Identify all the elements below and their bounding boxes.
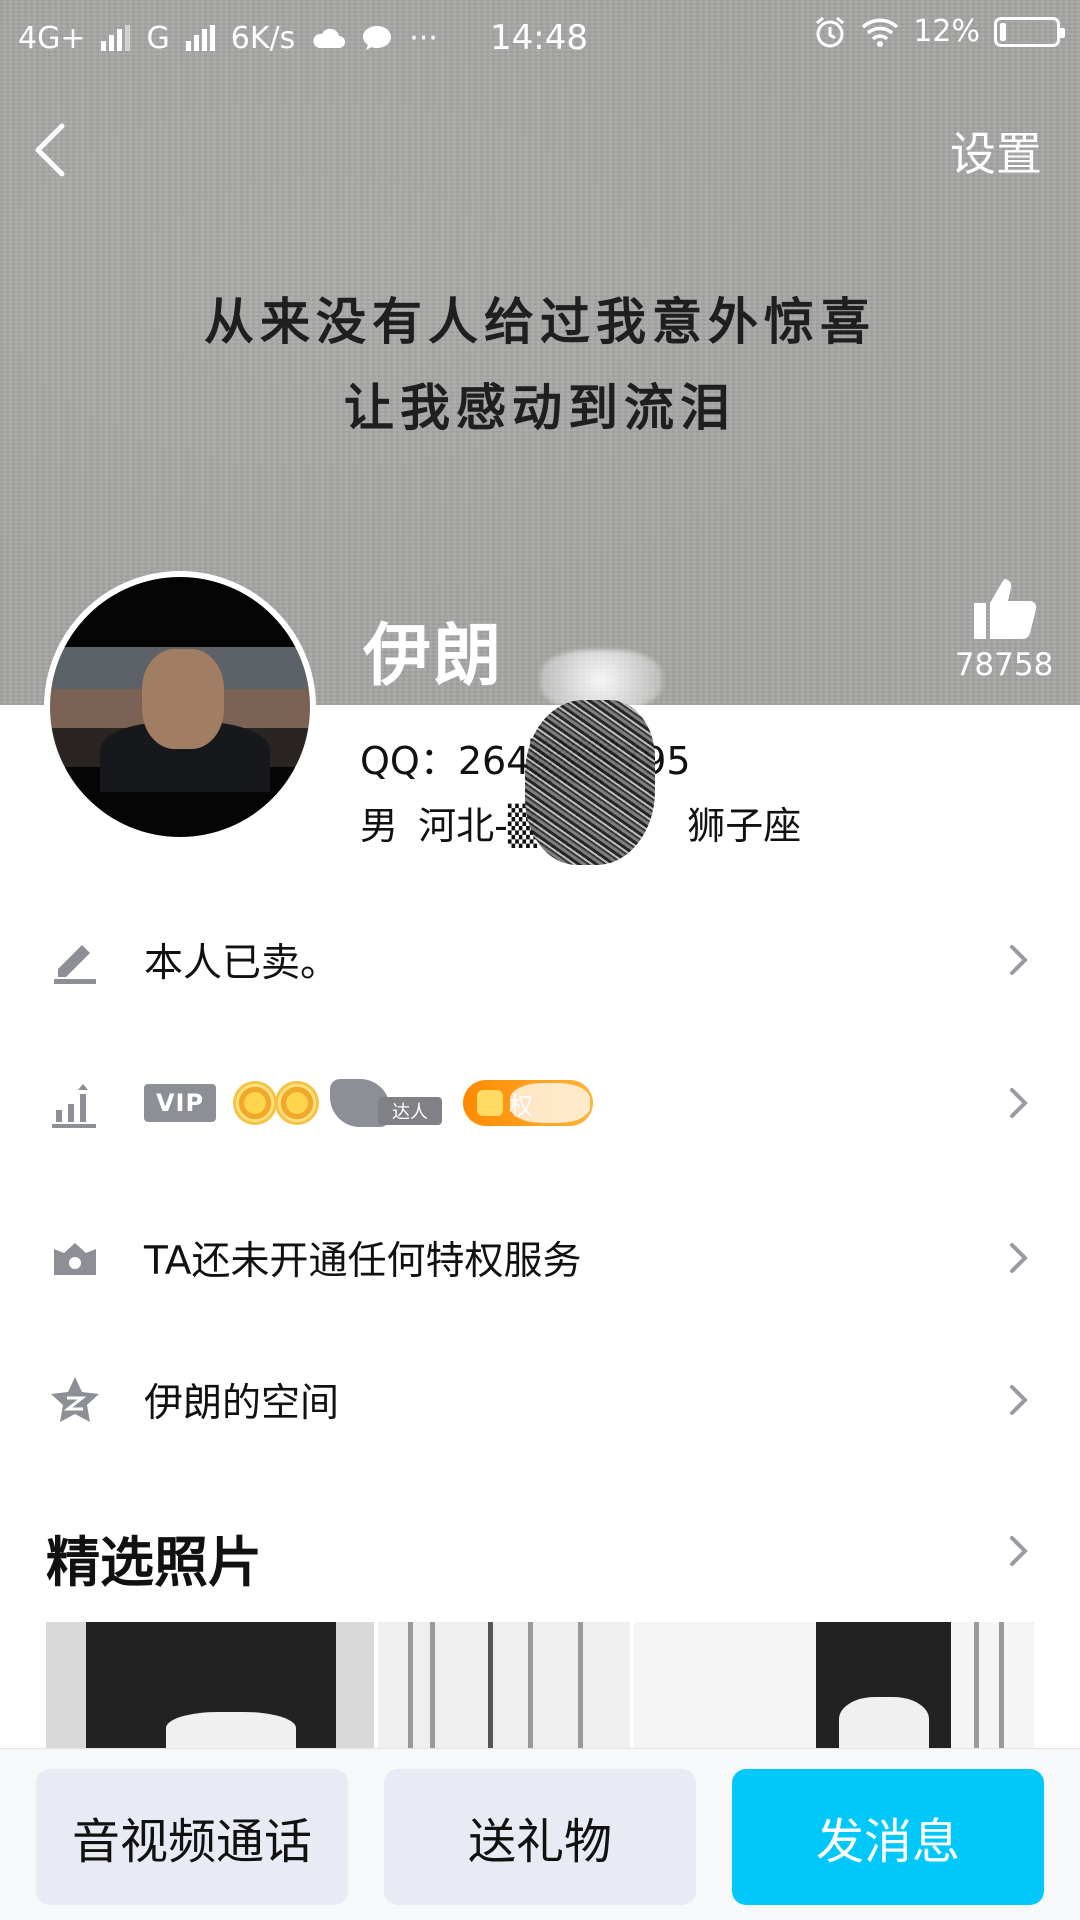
- alarm-icon: [816, 16, 845, 47]
- signature-row[interactable]: 本人已卖。: [0, 910, 1080, 1010]
- location: 河北-▒: [418, 804, 538, 848]
- status-time: 14:48: [490, 18, 588, 58]
- avatar-image: [50, 577, 310, 837]
- chevron-right-icon: [1010, 1243, 1028, 1273]
- zodiac: 狮子座: [687, 804, 802, 848]
- settings-button[interactable]: 设置: [950, 118, 1042, 184]
- crown-box-icon: [54, 1243, 96, 1275]
- back-arrow-icon[interactable]: [26, 118, 74, 182]
- level-chart-icon: [52, 1084, 96, 1128]
- bottom-action-bar: 音视频通话 送礼物 发消息: [0, 1748, 1080, 1920]
- sun-level-icon: [236, 1084, 274, 1122]
- cover-quote-line-1: 从来没有人给过我意外惊喜: [204, 292, 876, 351]
- featured-photos-title: 精选照片: [46, 1531, 262, 1594]
- cloud-icon: [313, 28, 346, 48]
- send-gift-button[interactable]: 送礼物: [384, 1769, 696, 1905]
- send-message-button[interactable]: 发消息: [732, 1769, 1044, 1905]
- hexagon-icon: [477, 1090, 503, 1116]
- qzone-text: 伊朗的空间: [144, 1381, 340, 1426]
- privilege-text: TA还未开通任何特权服务: [144, 1239, 582, 1284]
- cover-quote-line-2: 让我感动到流泪: [344, 378, 736, 437]
- photo-thumbnail[interactable]: [46, 1622, 374, 1752]
- qzone-row[interactable]: 伊朗的空间: [0, 1350, 1080, 1450]
- signal-icon-2: [185, 25, 215, 51]
- status-right: 12%: [813, 14, 1065, 49]
- avatar-figure-face: [142, 649, 224, 749]
- chevron-right-icon: [1010, 945, 1028, 975]
- photo-thumbnail[interactable]: [634, 1622, 1034, 1752]
- status-left: 4G+ G 6K/s ···: [18, 21, 438, 56]
- daren-badge: 达人: [330, 1075, 442, 1131]
- chevron-right-icon: [1010, 1385, 1028, 1415]
- vip-badge: VIP: [144, 1084, 216, 1122]
- av-call-button[interactable]: 音视频通话: [36, 1769, 348, 1905]
- pencil-icon: [54, 945, 96, 984]
- thumbs-up-icon: [974, 579, 1037, 639]
- profile-name: 伊朗: [363, 617, 504, 696]
- battery-percent: 12%: [913, 14, 980, 49]
- like-button[interactable]: 78758: [954, 575, 1054, 683]
- network-speed: 6K/s: [230, 20, 296, 56]
- signal-icon: [101, 25, 131, 51]
- signature-text: 本人已卖。: [144, 941, 340, 986]
- qzone-star-icon: [51, 1377, 99, 1422]
- redaction-scribble: [525, 700, 655, 865]
- battery-icon: [994, 16, 1065, 47]
- battery-level: [1000, 22, 1006, 41]
- featured-photos-strip: [46, 1622, 1034, 1752]
- avatar[interactable]: [44, 571, 316, 843]
- chevron-right-icon: [1010, 1088, 1028, 1118]
- like-count: 78758: [954, 647, 1054, 683]
- chat-bubble-icon: [363, 26, 392, 50]
- sun-level-icon: [278, 1084, 316, 1122]
- network-label-1: 4G+: [18, 20, 86, 56]
- daren-label: 达人: [378, 1097, 442, 1125]
- network-label-2: G: [146, 20, 170, 56]
- privilege-row[interactable]: TA还未开通任何特权服务: [0, 1208, 1080, 1308]
- more-indicator: ···: [409, 20, 438, 56]
- chevron-right-icon[interactable]: [1004, 1530, 1032, 1572]
- redaction-scribble: [510, 1083, 590, 1123]
- gender: 男: [360, 804, 399, 848]
- wifi-icon: [862, 18, 899, 47]
- level-row[interactable]: VIP 达人 权: [0, 1053, 1080, 1153]
- photo-thumbnail[interactable]: [378, 1622, 630, 1752]
- status-bar: 4G+ G 6K/s ··· 14:48 12%: [0, 0, 1080, 76]
